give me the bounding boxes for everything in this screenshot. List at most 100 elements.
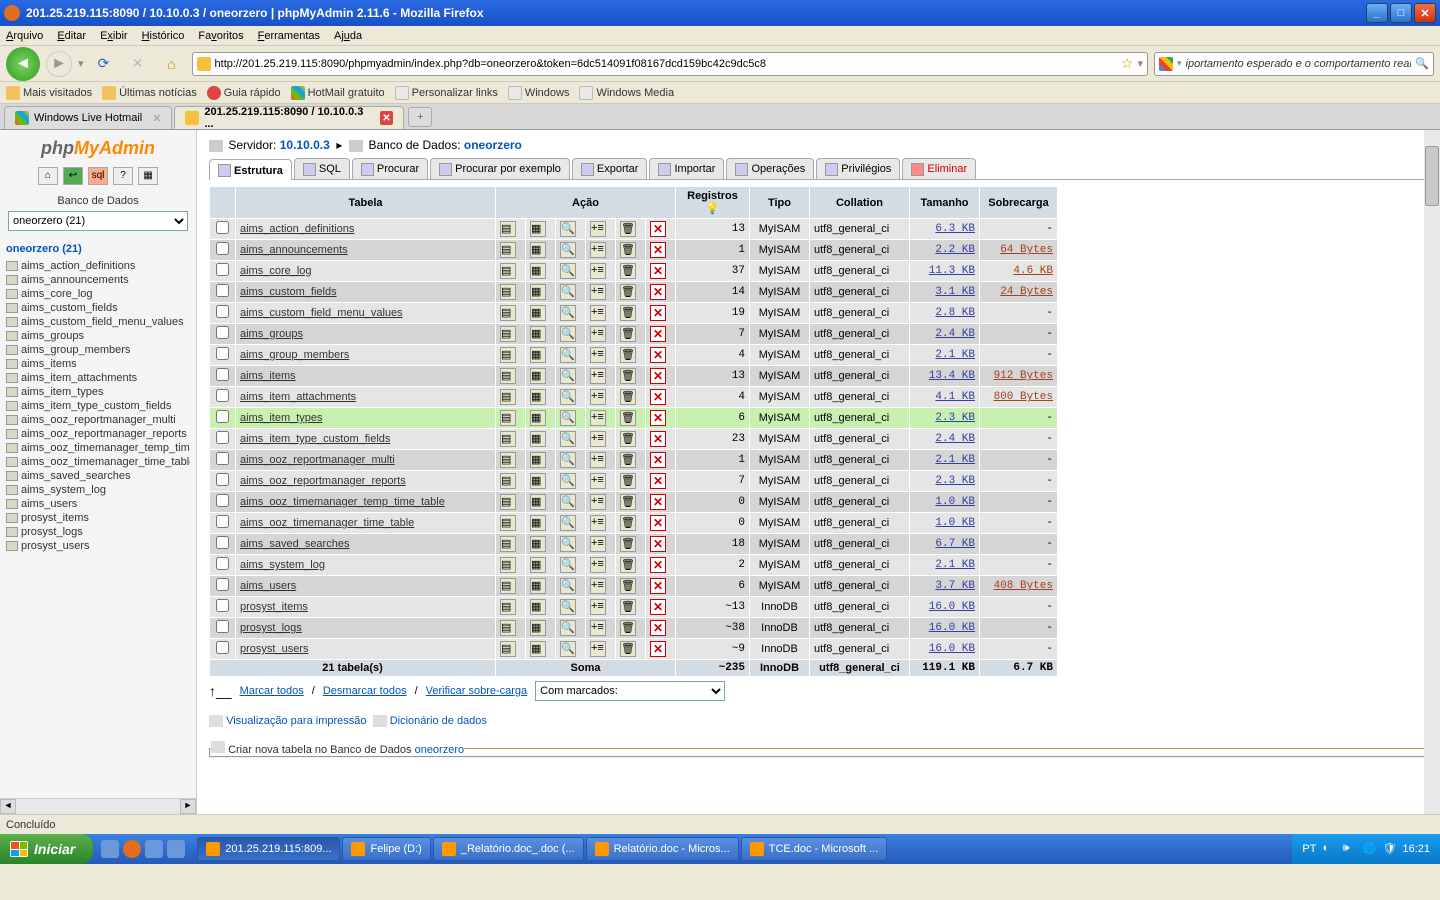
- insert-icon[interactable]: +≡: [590, 347, 606, 363]
- sidebar-table-item[interactable]: aims_ooz_reportmanager_multi: [6, 413, 190, 427]
- menu-arquivo[interactable]: Arquivo: [6, 30, 43, 42]
- row-checkbox[interactable]: [216, 410, 229, 423]
- drop-icon[interactable]: ✕: [650, 431, 666, 447]
- row-checkbox[interactable]: [216, 263, 229, 276]
- bookmark-mais-visitados[interactable]: Mais visitados: [6, 86, 92, 100]
- structure-icon[interactable]: ▦: [530, 410, 546, 426]
- drop-icon[interactable]: ✕: [650, 494, 666, 510]
- menu-favoritos[interactable]: Favoritos: [198, 30, 243, 42]
- table-name-link[interactable]: aims_ooz_timemanager_time_table: [240, 517, 414, 529]
- structure-icon[interactable]: ▦: [530, 578, 546, 594]
- insert-icon[interactable]: +≡: [590, 620, 606, 636]
- search-icon[interactable]: 🔍: [560, 641, 576, 657]
- drop-icon[interactable]: ✕: [650, 347, 666, 363]
- search-icon[interactable]: 🔍: [560, 620, 576, 636]
- sidebar-table-item[interactable]: aims_groups: [6, 329, 190, 343]
- menu-ferramentas[interactable]: Ferramentas: [258, 30, 320, 42]
- structure-icon[interactable]: ▦: [530, 515, 546, 531]
- browse-icon[interactable]: ▤: [500, 389, 516, 405]
- table-name-link[interactable]: aims_ooz_reportmanager_reports: [240, 475, 406, 487]
- table-name-link[interactable]: aims_custom_fields: [240, 286, 337, 298]
- row-checkbox[interactable]: [216, 599, 229, 612]
- search-icon[interactable]: 🔍: [560, 368, 576, 384]
- menu-exibir[interactable]: Exibir: [100, 30, 128, 42]
- page-tab-operações[interactable]: Operações: [726, 158, 814, 179]
- insert-icon[interactable]: +≡: [590, 641, 606, 657]
- sidebar-table-item[interactable]: prosyst_users: [6, 539, 190, 553]
- search-icon[interactable]: 🔍: [560, 536, 576, 552]
- row-checkbox[interactable]: [216, 494, 229, 507]
- table-name-link[interactable]: aims_users: [240, 580, 296, 592]
- sidebar-table-item[interactable]: aims_system_log: [6, 483, 190, 497]
- sql-icon[interactable]: sql: [88, 167, 108, 185]
- taskbar-task[interactable]: 201.25.219.115:809...: [197, 837, 340, 861]
- tray-icon[interactable]: ◐: [1322, 842, 1336, 856]
- tab-phpmyadmin[interactable]: 201.25.219.115:8090 / 10.10.0.3 ... ✕: [174, 106, 404, 129]
- bookmark-hotmail[interactable]: HotMail gratuito: [291, 86, 385, 100]
- taskbar-task[interactable]: Felipe (D:): [342, 837, 430, 861]
- page-tab-importar[interactable]: Importar: [649, 158, 724, 179]
- docs-icon[interactable]: ?: [113, 167, 133, 185]
- empty-icon[interactable]: 🗑: [620, 599, 636, 615]
- browse-icon[interactable]: ▤: [500, 431, 516, 447]
- insert-icon[interactable]: +≡: [590, 557, 606, 573]
- ql-icon[interactable]: [145, 840, 163, 858]
- sidebar-table-item[interactable]: prosyst_items: [6, 511, 190, 525]
- row-checkbox[interactable]: [216, 473, 229, 486]
- structure-icon[interactable]: ▦: [530, 620, 546, 636]
- back-button[interactable]: ◄: [6, 47, 40, 81]
- structure-icon[interactable]: ▦: [530, 452, 546, 468]
- table-name-link[interactable]: aims_group_members: [240, 349, 349, 361]
- sidebar-table-item[interactable]: aims_saved_searches: [6, 469, 190, 483]
- verify-link[interactable]: Verificar sobre-carga: [426, 685, 528, 697]
- structure-icon[interactable]: ▦: [530, 326, 546, 342]
- page-tab-privilégios[interactable]: Privilégios: [816, 158, 900, 179]
- table-name-link[interactable]: aims_action_definitions: [240, 223, 354, 235]
- row-checkbox[interactable]: [216, 641, 229, 654]
- browse-icon[interactable]: ▤: [500, 221, 516, 237]
- structure-icon[interactable]: ▦: [530, 263, 546, 279]
- menu-editar[interactable]: Editar: [57, 30, 86, 42]
- sidebar-table-item[interactable]: aims_custom_fields: [6, 301, 190, 315]
- table-name-link[interactable]: aims_item_attachments: [240, 391, 356, 403]
- row-checkbox[interactable]: [216, 515, 229, 528]
- drop-icon[interactable]: ✕: [650, 641, 666, 657]
- query-icon[interactable]: ▦: [138, 167, 158, 185]
- sidebar-table-item[interactable]: aims_core_log: [6, 287, 190, 301]
- structure-icon[interactable]: ▦: [530, 641, 546, 657]
- browse-icon[interactable]: ▤: [500, 263, 516, 279]
- drop-icon[interactable]: ✕: [650, 452, 666, 468]
- insert-icon[interactable]: +≡: [590, 452, 606, 468]
- table-name-link[interactable]: aims_items: [240, 370, 296, 382]
- drop-icon[interactable]: ✕: [650, 620, 666, 636]
- db-link[interactable]: oneorzero: [464, 138, 522, 152]
- browse-icon[interactable]: ▤: [500, 557, 516, 573]
- search-icon[interactable]: 🔍: [560, 326, 576, 342]
- drop-icon[interactable]: ✕: [650, 263, 666, 279]
- insert-icon[interactable]: +≡: [590, 368, 606, 384]
- insert-icon[interactable]: +≡: [590, 389, 606, 405]
- drop-icon[interactable]: ✕: [650, 242, 666, 258]
- empty-icon[interactable]: 🗑: [620, 410, 636, 426]
- tab-hotmail[interactable]: Windows Live Hotmail ✕: [4, 106, 172, 129]
- structure-icon[interactable]: ▦: [530, 242, 546, 258]
- insert-icon[interactable]: +≡: [590, 515, 606, 531]
- browse-icon[interactable]: ▤: [500, 494, 516, 510]
- sidebar-table-item[interactable]: aims_announcements: [6, 273, 190, 287]
- search-icon[interactable]: 🔍: [1415, 57, 1429, 70]
- table-name-link[interactable]: aims_core_log: [240, 265, 312, 277]
- drop-icon[interactable]: ✕: [650, 557, 666, 573]
- empty-icon[interactable]: 🗑: [620, 620, 636, 636]
- search-input[interactable]: [1186, 58, 1412, 70]
- start-button[interactable]: Iniciar: [0, 834, 93, 864]
- insert-icon[interactable]: +≡: [590, 494, 606, 510]
- sidebar-table-item[interactable]: aims_ooz_timemanager_time_table: [6, 455, 190, 469]
- bookmark-windows-media[interactable]: Windows Media: [579, 86, 674, 100]
- search-icon[interactable]: 🔍: [560, 599, 576, 615]
- col-tipo[interactable]: Tipo: [750, 187, 810, 219]
- browse-icon[interactable]: ▤: [500, 410, 516, 426]
- structure-icon[interactable]: ▦: [530, 305, 546, 321]
- sidebar-scrollbar[interactable]: ◄►: [0, 798, 196, 814]
- insert-icon[interactable]: +≡: [590, 599, 606, 615]
- menu-historico[interactable]: Histórico: [142, 30, 185, 42]
